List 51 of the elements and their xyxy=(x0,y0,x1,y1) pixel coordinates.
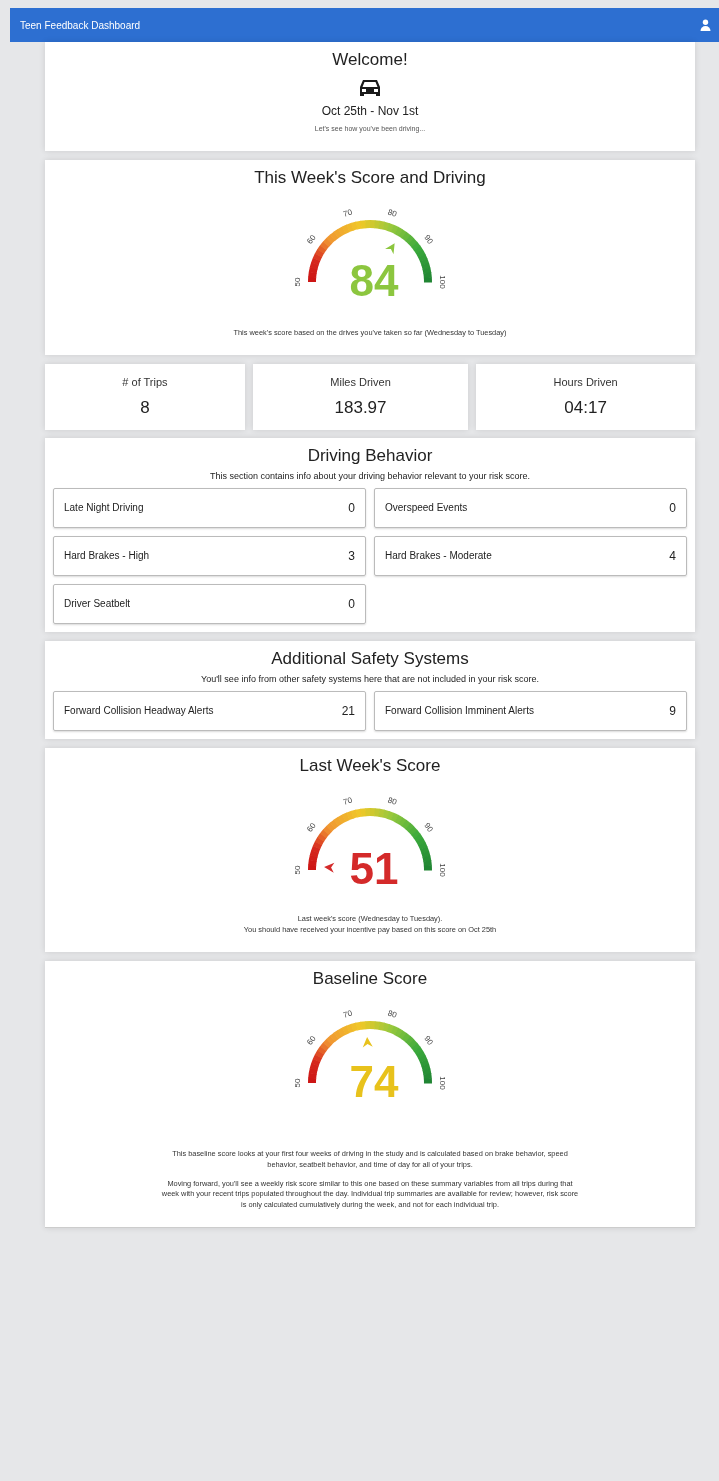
metric-value: 0 xyxy=(348,595,355,613)
metric-label: Late Night Driving xyxy=(64,501,144,516)
score-value: 74 xyxy=(349,1057,399,1107)
gauge-tick-label: 50 xyxy=(293,1078,303,1088)
gauge-tick-label: 70 xyxy=(342,795,354,807)
stat-value: 8 xyxy=(139,396,151,419)
section-description: This section contains info about your driving behavior relevant to your risk score. xyxy=(208,470,532,484)
metric-label: Overspeed Events xyxy=(385,501,468,516)
date-range: Oct 25th - Nov 1st xyxy=(320,103,420,121)
card-title: This Week's Score and Driving xyxy=(253,167,487,189)
metric-value: 4 xyxy=(669,547,676,565)
metric-value: 3 xyxy=(348,547,355,565)
card-title: Baseline Score xyxy=(311,968,429,990)
gauge-tick-label: 60 xyxy=(305,233,318,246)
stat-label: # of Trips xyxy=(121,375,169,390)
gauge-tick-label: 90 xyxy=(422,1034,435,1047)
card-title: Welcome! xyxy=(331,50,409,71)
gauge-tick-label: 90 xyxy=(422,821,435,834)
gauge-tick-label: 90 xyxy=(422,233,435,246)
metric-label: Hard Brakes - High xyxy=(64,549,150,564)
gauge-tick-label: 100 xyxy=(437,1076,447,1090)
gauge-tick-label: 60 xyxy=(305,1034,318,1047)
gauge-tick-label: 80 xyxy=(386,795,398,807)
metric-label: Forward Collision Headway Alerts xyxy=(64,704,214,719)
score-value: 84 xyxy=(349,256,399,306)
metric-value: 21 xyxy=(341,702,355,720)
card-title: Driving Behavior xyxy=(306,446,434,467)
gauge-tick-label: 100 xyxy=(437,275,447,289)
score-value: 51 xyxy=(349,844,399,894)
stat-value: 04:17 xyxy=(563,396,608,419)
gauge-tick-label: 70 xyxy=(342,1008,354,1020)
metric-label: Forward Collision Imminent Alerts xyxy=(385,704,534,719)
gauge-tick-label: 70 xyxy=(342,207,354,220)
stat-label: Hours Driven xyxy=(552,375,619,390)
gauge-tick-label: 50 xyxy=(293,277,303,287)
gauge-tick-label: 50 xyxy=(293,865,303,875)
section-description: You'll see info from other safety systems here that are not included in your risk score. xyxy=(199,673,541,687)
stat-value: 183.97 xyxy=(333,396,388,419)
gauge-tick-label: 80 xyxy=(386,1008,398,1020)
metric-value: 0 xyxy=(669,499,676,517)
card-title: Last Week's Score xyxy=(298,755,442,777)
card-title: Additional Safety Systems xyxy=(270,648,470,670)
metric-label: Hard Brakes - Moderate xyxy=(385,549,492,564)
gauge-tick-label: 100 xyxy=(437,863,447,877)
metric-value: 9 xyxy=(669,702,676,720)
metric-label: Driver Seatbelt xyxy=(64,597,131,612)
navbar-title: Teen Feedback Dashboard xyxy=(20,18,141,33)
metric-value: 0 xyxy=(348,499,355,517)
gauge-tick-label: 80 xyxy=(386,207,398,220)
gauge-tick-label: 60 xyxy=(305,821,318,834)
stat-label: Miles Driven xyxy=(329,375,392,390)
